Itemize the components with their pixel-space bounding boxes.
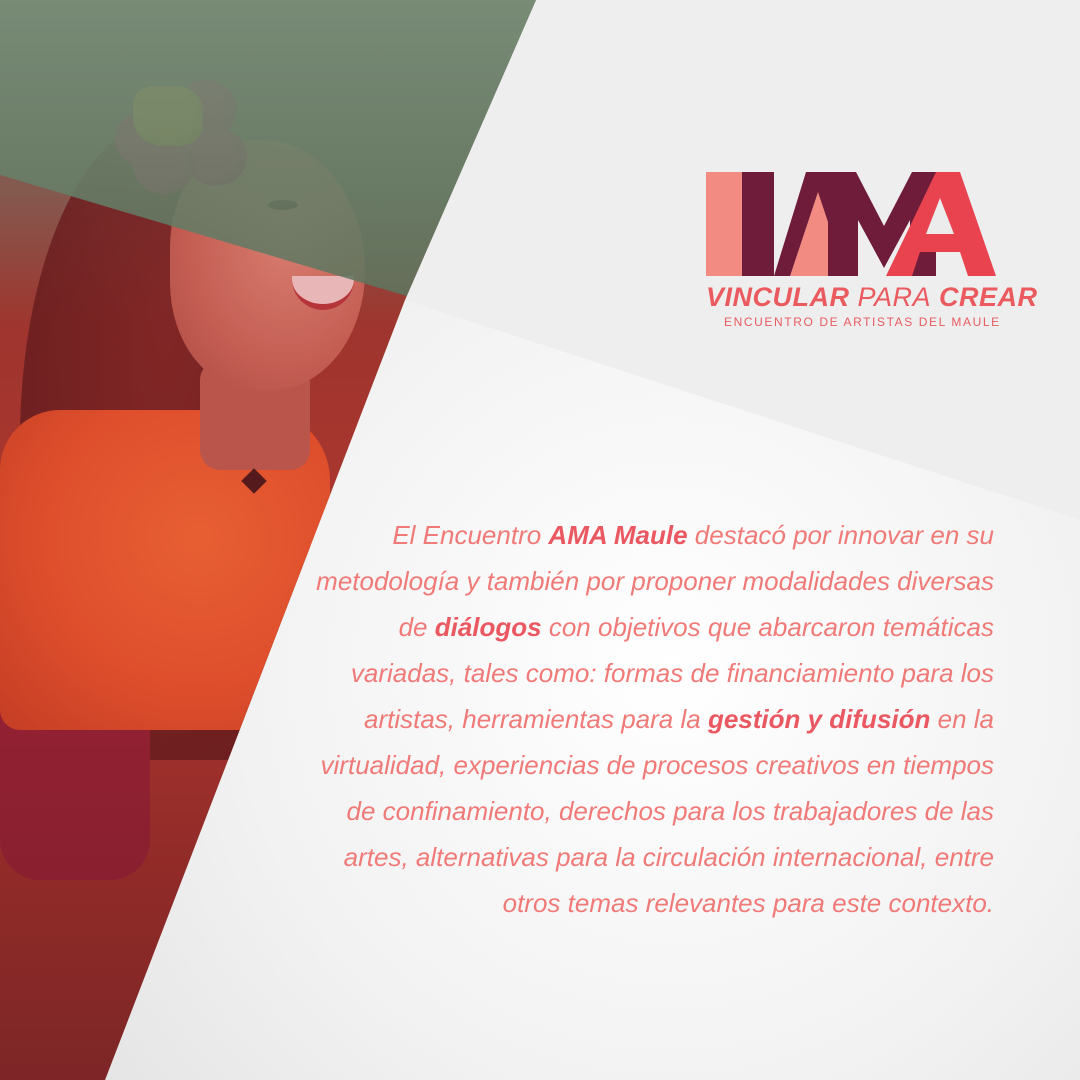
ama-logo-mark	[706, 172, 996, 276]
tagline-para: PARA	[857, 282, 932, 312]
para-text-1: El Encuentro	[392, 520, 549, 550]
tagline: VINCULAR PARA CREAR	[706, 282, 1037, 316]
para-bold-gestion: gestión y difusión	[707, 704, 931, 734]
poster: VINCULAR PARA CREAR ENCUENTRO DE ARTISTA…	[0, 0, 1080, 1080]
tagline-vincular: VINCULAR	[706, 282, 850, 312]
para-bold-dialogos: diálogos	[434, 612, 542, 642]
description-paragraph: El Encuentro AMA Maule destacó por innov…	[294, 512, 994, 926]
para-bold-ama-maule: AMA Maule	[548, 520, 688, 550]
ama-logo: VINCULAR PARA CREAR ENCUENTRO DE ARTISTA…	[706, 172, 1037, 332]
tagline-crear: CREAR	[939, 282, 1038, 312]
logo-subtitle: ENCUENTRO DE ARTISTAS DEL MAULE	[724, 315, 1001, 329]
para-text-4: en la virtualidad, experiencias de proce…	[320, 704, 994, 918]
